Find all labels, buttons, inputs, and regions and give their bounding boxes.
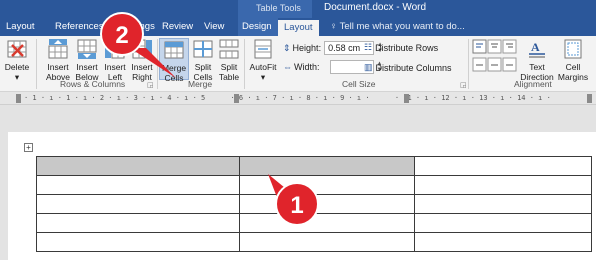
svg-text:A: A bbox=[531, 40, 540, 54]
horizontal-ruler[interactable]: · 1 · ı · 1 · ı · 2 · ı · 3 · ı · 4 · ı … bbox=[0, 92, 596, 105]
distribute-rows-button[interactable]: ☷ Distribute Rows bbox=[364, 42, 438, 53]
table-cell-selected[interactable] bbox=[238, 156, 416, 176]
distribute-columns-icon: ▥ bbox=[364, 62, 373, 72]
distribute-rows-label: Distribute Rows bbox=[375, 42, 439, 53]
table-cell[interactable] bbox=[238, 232, 416, 252]
split-table-label-2: Table bbox=[218, 72, 240, 82]
cell-margins-label-1: Cell bbox=[565, 62, 581, 72]
autofit-label: AutoFit bbox=[249, 62, 277, 72]
tab-layout-table[interactable]: Layout bbox=[278, 18, 319, 36]
split-cells-button[interactable]: Split Cells bbox=[191, 38, 215, 82]
table-cell-selected[interactable] bbox=[36, 156, 240, 176]
insert-left-label-1: Insert bbox=[104, 62, 126, 72]
group-label-rows-columns: Rows & Columns bbox=[60, 79, 126, 89]
lightbulb-icon: ♀ bbox=[330, 21, 340, 32]
rows-columns-dialog-launcher[interactable]: ◲ bbox=[147, 81, 154, 89]
ribbon: Delete ▾ Insert Above Insert Below Inser… bbox=[0, 36, 596, 92]
width-label: Width: bbox=[294, 62, 320, 72]
ruler-column-marker[interactable] bbox=[587, 94, 592, 103]
autofit-dropdown-arrow: ▾ bbox=[260, 72, 266, 82]
table-move-handle-icon[interactable]: + bbox=[24, 143, 33, 152]
ruler-column-marker[interactable] bbox=[404, 94, 409, 103]
separator bbox=[36, 39, 37, 89]
table-cell[interactable] bbox=[414, 213, 592, 233]
distribute-columns-button[interactable]: ▥ Distribute Columns bbox=[364, 62, 452, 73]
group-label-alignment: Alignment bbox=[514, 79, 552, 89]
title-bar: Table Tools Document.docx - Word bbox=[0, 0, 596, 18]
insert-above-button[interactable]: Insert Above bbox=[44, 38, 72, 82]
height-label: Height: bbox=[292, 43, 322, 53]
text-direction-icon: A bbox=[529, 40, 545, 58]
ribbon-tabs: Layout References Mailings Review View D… bbox=[0, 18, 596, 36]
delete-dropdown-arrow: ▾ bbox=[14, 72, 20, 82]
table-cell[interactable] bbox=[36, 175, 240, 195]
table-cell[interactable] bbox=[414, 194, 592, 214]
group-label-merge: Merge bbox=[188, 79, 213, 89]
table-row bbox=[36, 232, 592, 252]
cell-margins-button[interactable]: Cell Margins bbox=[556, 38, 590, 82]
insert-above-icon bbox=[48, 39, 68, 59]
cell-alignment-grid[interactable] bbox=[472, 39, 518, 73]
table-tools-label: Table Tools bbox=[256, 3, 301, 13]
insert-below-label-1: Insert bbox=[76, 62, 98, 72]
split-table-label-1: Split bbox=[220, 62, 238, 72]
callout-badge-1: 1 bbox=[275, 182, 319, 226]
table-cell[interactable] bbox=[238, 213, 416, 233]
tab-design[interactable]: Design bbox=[242, 18, 272, 36]
tab-references[interactable]: References bbox=[55, 18, 104, 36]
autofit-button[interactable]: AutoFit ▾ bbox=[247, 38, 279, 82]
split-table-button[interactable]: Split Table bbox=[217, 38, 241, 82]
table-cell[interactable] bbox=[414, 156, 592, 176]
table-cell[interactable] bbox=[36, 194, 240, 214]
split-cells-icon bbox=[193, 40, 213, 58]
tell-me-text: Tell me what you want to do... bbox=[339, 21, 465, 32]
table-cell[interactable] bbox=[36, 232, 240, 252]
merge-cells-button[interactable]: Merge Cells bbox=[159, 38, 189, 83]
tab-review[interactable]: Review bbox=[162, 18, 193, 36]
cell-size-dialog-launcher[interactable]: ◲ bbox=[460, 81, 467, 89]
merge-cells-label-2: Cells bbox=[164, 73, 184, 83]
autofit-icon bbox=[254, 39, 272, 59]
table-cell[interactable] bbox=[36, 213, 240, 233]
text-direction-button[interactable]: A Text Direction bbox=[520, 38, 554, 82]
ruler-scale: · 1 · ı · 1 · ı · 2 · ı · 3 · ı · 4 · ı … bbox=[24, 94, 551, 102]
split-cells-label-1: Split bbox=[194, 62, 212, 72]
cell-margins-label-2: Margins bbox=[557, 72, 589, 82]
separator bbox=[468, 39, 469, 89]
height-icon: ⇕ bbox=[283, 42, 291, 53]
delete-label: Delete bbox=[4, 62, 30, 72]
insert-below-icon bbox=[77, 39, 97, 59]
separator bbox=[244, 39, 245, 89]
word-window: Table Tools Document.docx - Word Layout … bbox=[0, 0, 596, 260]
width-icon: ⇔ bbox=[283, 62, 292, 72]
table-cell[interactable] bbox=[414, 232, 592, 252]
ruler-column-marker[interactable] bbox=[234, 94, 239, 103]
insert-right-label-1: Insert bbox=[131, 62, 153, 72]
text-direction-label-1: Text bbox=[529, 62, 545, 72]
split-table-icon bbox=[219, 39, 239, 59]
delete-table-icon bbox=[7, 40, 27, 58]
merge-cells-icon bbox=[164, 41, 184, 59]
document-title: Document.docx - Word bbox=[324, 2, 427, 13]
merge-cells-label-1: Merge bbox=[161, 63, 187, 73]
tab-layout-page[interactable]: Layout bbox=[6, 18, 35, 36]
group-label-cell-size: Cell Size bbox=[342, 79, 376, 89]
callout-badge-2: 2 bbox=[100, 12, 144, 56]
insert-below-button[interactable]: Insert Below bbox=[73, 38, 101, 82]
delete-button[interactable]: Delete ▾ bbox=[4, 38, 30, 82]
ruler-indent-marker[interactable] bbox=[16, 94, 21, 103]
tab-view[interactable]: View bbox=[204, 18, 224, 36]
table-cell[interactable] bbox=[238, 175, 416, 195]
table-row bbox=[36, 156, 592, 176]
tell-me-box[interactable]: ♀ Tell me what you want to do... bbox=[330, 18, 465, 36]
insert-above-label-1: Insert bbox=[47, 62, 69, 72]
distribute-rows-icon: ☷ bbox=[364, 42, 373, 52]
table-cell[interactable] bbox=[238, 194, 416, 214]
separator bbox=[157, 39, 158, 89]
distribute-columns-label: Distribute Columns bbox=[375, 62, 452, 73]
table-cell[interactable] bbox=[414, 175, 592, 195]
cell-margins-icon bbox=[564, 39, 582, 59]
